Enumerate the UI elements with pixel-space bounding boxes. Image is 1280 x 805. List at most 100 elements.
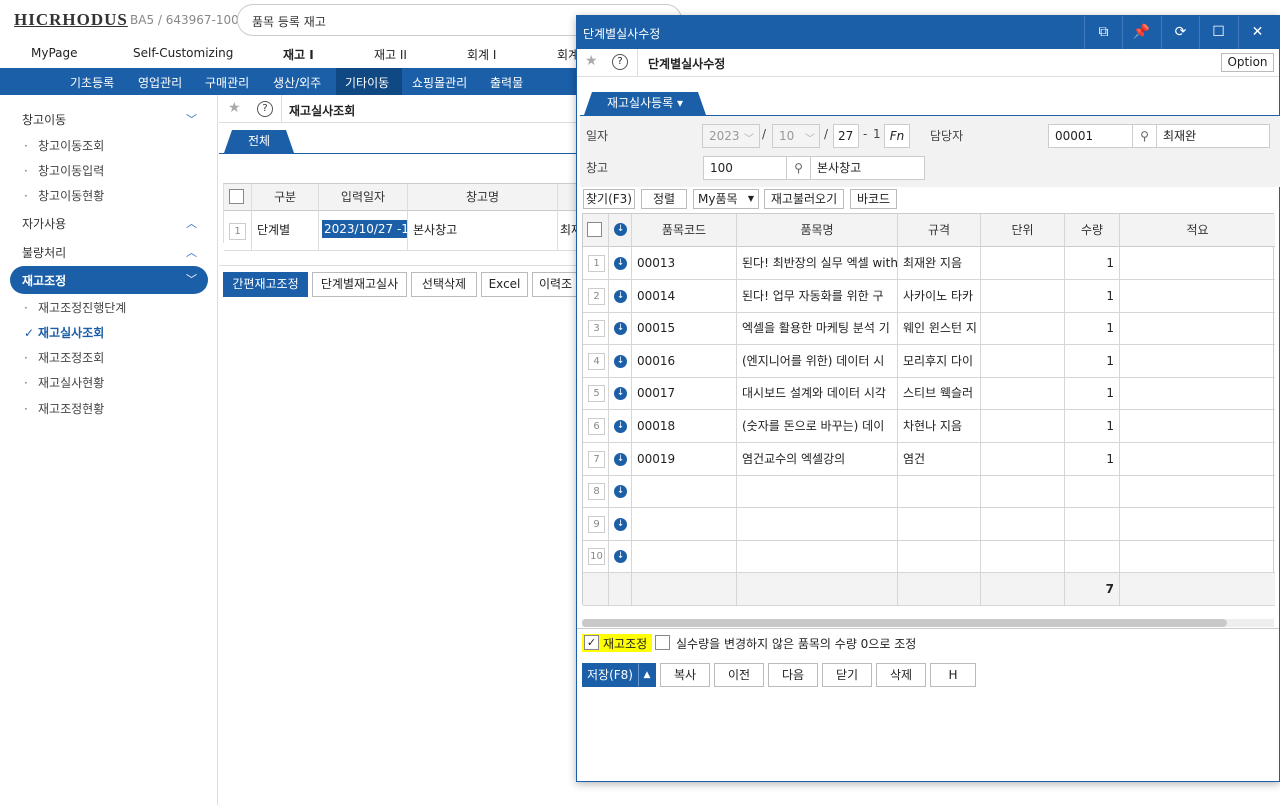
cell-qty[interactable]: 1 <box>1065 442 1120 476</box>
manager-code-input[interactable]: 00001 <box>1048 124 1133 148</box>
cell-spec[interactable]: 웨인 윈스턴 지 <box>898 312 981 346</box>
chevron-down-icon[interactable]: ﹀ <box>186 271 197 287</box>
subnav-shopping-mall[interactable]: 쇼핑몰관리 <box>412 74 467 91</box>
arrow-down-icon[interactable]: ↓ <box>614 452 627 466</box>
quick-adjust-button[interactable]: 간편재고조정 <box>223 272 308 297</box>
company-logo[interactable]: HICRHODUS <box>14 10 128 30</box>
history-button[interactable]: 이력조 <box>532 272 579 297</box>
arrow-down-icon[interactable]: ↓ <box>614 354 627 368</box>
zero-unchanged-checkbox[interactable] <box>655 635 670 650</box>
inventory-adjust-checkbox[interactable]: ✓ <box>584 635 599 650</box>
subnav-other-movement[interactable]: 기타이동 <box>345 74 389 91</box>
cell-remarks[interactable] <box>1120 410 1275 443</box>
find-button[interactable]: 찾기(F3) <box>583 189 635 209</box>
cell-remarks[interactable] <box>1120 443 1275 476</box>
select-all-checkbox[interactable] <box>587 222 602 237</box>
sidebar-group-self-use[interactable]: 자가사용 <box>22 215 66 232</box>
cell-item-code[interactable]: 00017 <box>632 377 737 411</box>
cell-item-code[interactable] <box>632 475 737 509</box>
arrow-down-icon[interactable]: ↓ <box>614 387 627 401</box>
manager-name-field[interactable]: 최재완 <box>1157 124 1270 148</box>
sidebar-group-warehouse-move[interactable]: 창고이동 <box>22 111 66 128</box>
cell-item-name[interactable] <box>737 475 898 509</box>
tab-inventory-count-register[interactable]: 재고실사등록 ▾ <box>584 92 706 115</box>
cell-item-code[interactable]: 00018 <box>632 410 737 443</box>
cell-unit[interactable] <box>981 410 1065 443</box>
load-inventory-button[interactable]: 재고불러오기 <box>764 189 844 209</box>
subnav-basic-registration[interactable]: 기초등록 <box>70 74 114 91</box>
next-button[interactable]: 다음 <box>768 663 818 687</box>
stepwise-count-button[interactable]: 단계별재고실사 <box>312 272 407 297</box>
pin-icon[interactable]: 📌 <box>1122 16 1160 49</box>
subnav-production[interactable]: 생산/외주 <box>273 74 321 91</box>
cell-qty[interactable]: 1 <box>1065 312 1120 346</box>
cell-unit[interactable] <box>981 344 1065 378</box>
search-icon[interactable]: ⚲ <box>1133 124 1157 148</box>
cell-item-name[interactable]: (엔지니어를 위한) 데이터 시 <box>737 344 898 378</box>
delete-selected-button[interactable]: 선택삭제 <box>411 272 477 297</box>
modal-titlebar[interactable]: 단계별실사수정 ⧉ 📌 ⟳ ☐ ✕ <box>577 16 1279 49</box>
day-input[interactable]: 27 <box>833 124 859 148</box>
cell-qty[interactable]: 1 <box>1065 377 1120 411</box>
cell-item-name[interactable]: 엑셀을 활용한 마케팅 분석 기 <box>737 312 898 346</box>
cell-remarks[interactable] <box>1120 377 1275 411</box>
cell-item-code[interactable]: 00013 <box>632 247 737 280</box>
sidebar-group-inventory-adjust[interactable]: 재고조정 ﹀ <box>10 266 208 294</box>
maximize-icon[interactable]: ☐ <box>1199 16 1237 49</box>
cell-spec[interactable]: 스티브 웩슬러 <box>898 377 981 411</box>
save-dropdown-icon[interactable]: ▲ <box>638 663 656 687</box>
cell-item-name[interactable]: 된다! 최반장의 실무 엑셀 with <box>737 247 898 280</box>
warehouse-name-field[interactable]: 본사창고 <box>811 156 925 180</box>
cell-remarks[interactable] <box>1120 312 1275 346</box>
sidebar-item[interactable]: · 재고조정현황 <box>24 400 104 417</box>
cell-item-code[interactable]: 00015 <box>632 312 737 346</box>
sidebar-item[interactable]: · 재고조정진행단계 <box>24 299 126 316</box>
cell-unit[interactable] <box>981 247 1065 280</box>
cell-unit[interactable] <box>981 279 1065 313</box>
subnav-print[interactable]: 출력물 <box>490 74 523 91</box>
table-cell-date[interactable]: 2023/10/27 -1 <box>319 211 408 251</box>
option-button[interactable]: Option <box>1221 53 1274 72</box>
cell-unit[interactable] <box>981 377 1065 411</box>
cell-item-code[interactable] <box>632 507 737 541</box>
star-icon[interactable]: ★ <box>228 100 241 116</box>
cell-qty[interactable]: 1 <box>1065 279 1120 313</box>
sort-button[interactable]: 정렬 <box>641 189 687 209</box>
cell-unit[interactable] <box>981 442 1065 476</box>
sidebar-item-active[interactable]: ✓ 재고실사조회 <box>24 324 104 341</box>
cell-qty[interactable] <box>1065 507 1120 541</box>
cell-item-code[interactable]: 00014 <box>632 279 737 313</box>
sidebar-item[interactable]: · 창고이동조회 <box>24 137 104 154</box>
subnav-purchase[interactable]: 구매관리 <box>205 74 249 91</box>
cell-unit[interactable] <box>981 540 1065 574</box>
horizontal-scrollbar[interactable] <box>582 619 1274 627</box>
cell-remarks[interactable] <box>1120 508 1275 541</box>
arrow-down-icon[interactable]: ↓ <box>614 322 627 336</box>
table-cell-warehouse[interactable]: 본사창고 <box>408 211 558 251</box>
cell-item-code[interactable] <box>632 540 737 574</box>
sidebar-group-defect[interactable]: 불량처리 <box>22 244 66 261</box>
cell-remarks[interactable] <box>1120 540 1275 574</box>
chevron-up-icon[interactable]: ︿ <box>186 244 197 260</box>
cell-qty[interactable]: 1 <box>1065 344 1120 378</box>
cell-remarks[interactable] <box>1120 247 1275 280</box>
arrow-down-icon[interactable]: ↓ <box>614 289 627 303</box>
help-icon[interactable]: ? <box>612 54 628 70</box>
table-cell-type[interactable]: 단계별 <box>252 211 319 251</box>
my-items-button[interactable]: My품목 ▼ <box>693 189 759 209</box>
cell-qty[interactable] <box>1065 540 1120 574</box>
arrow-down-icon[interactable]: ↓ <box>614 223 627 236</box>
cell-item-code[interactable]: 00016 <box>632 344 737 378</box>
cell-item-name[interactable]: 염건교수의 엑셀강의 <box>737 442 898 476</box>
cell-spec[interactable]: 염건 <box>898 442 981 476</box>
cell-spec[interactable] <box>898 475 981 509</box>
close-button[interactable]: 닫기 <box>822 663 872 687</box>
excel-button[interactable]: Excel <box>481 272 528 297</box>
nav-inventory-1[interactable]: 재고 I <box>283 46 314 63</box>
nav-mypage[interactable]: MyPage <box>31 46 78 60</box>
arrow-down-icon[interactable]: ↓ <box>614 517 627 531</box>
help-icon[interactable]: ? <box>257 101 273 117</box>
arrow-down-icon[interactable]: ↓ <box>614 420 627 433</box>
delete-button[interactable]: 삭제 <box>876 663 926 687</box>
inventory-adjust-option[interactable]: ✓ 재고조정 <box>582 634 652 652</box>
